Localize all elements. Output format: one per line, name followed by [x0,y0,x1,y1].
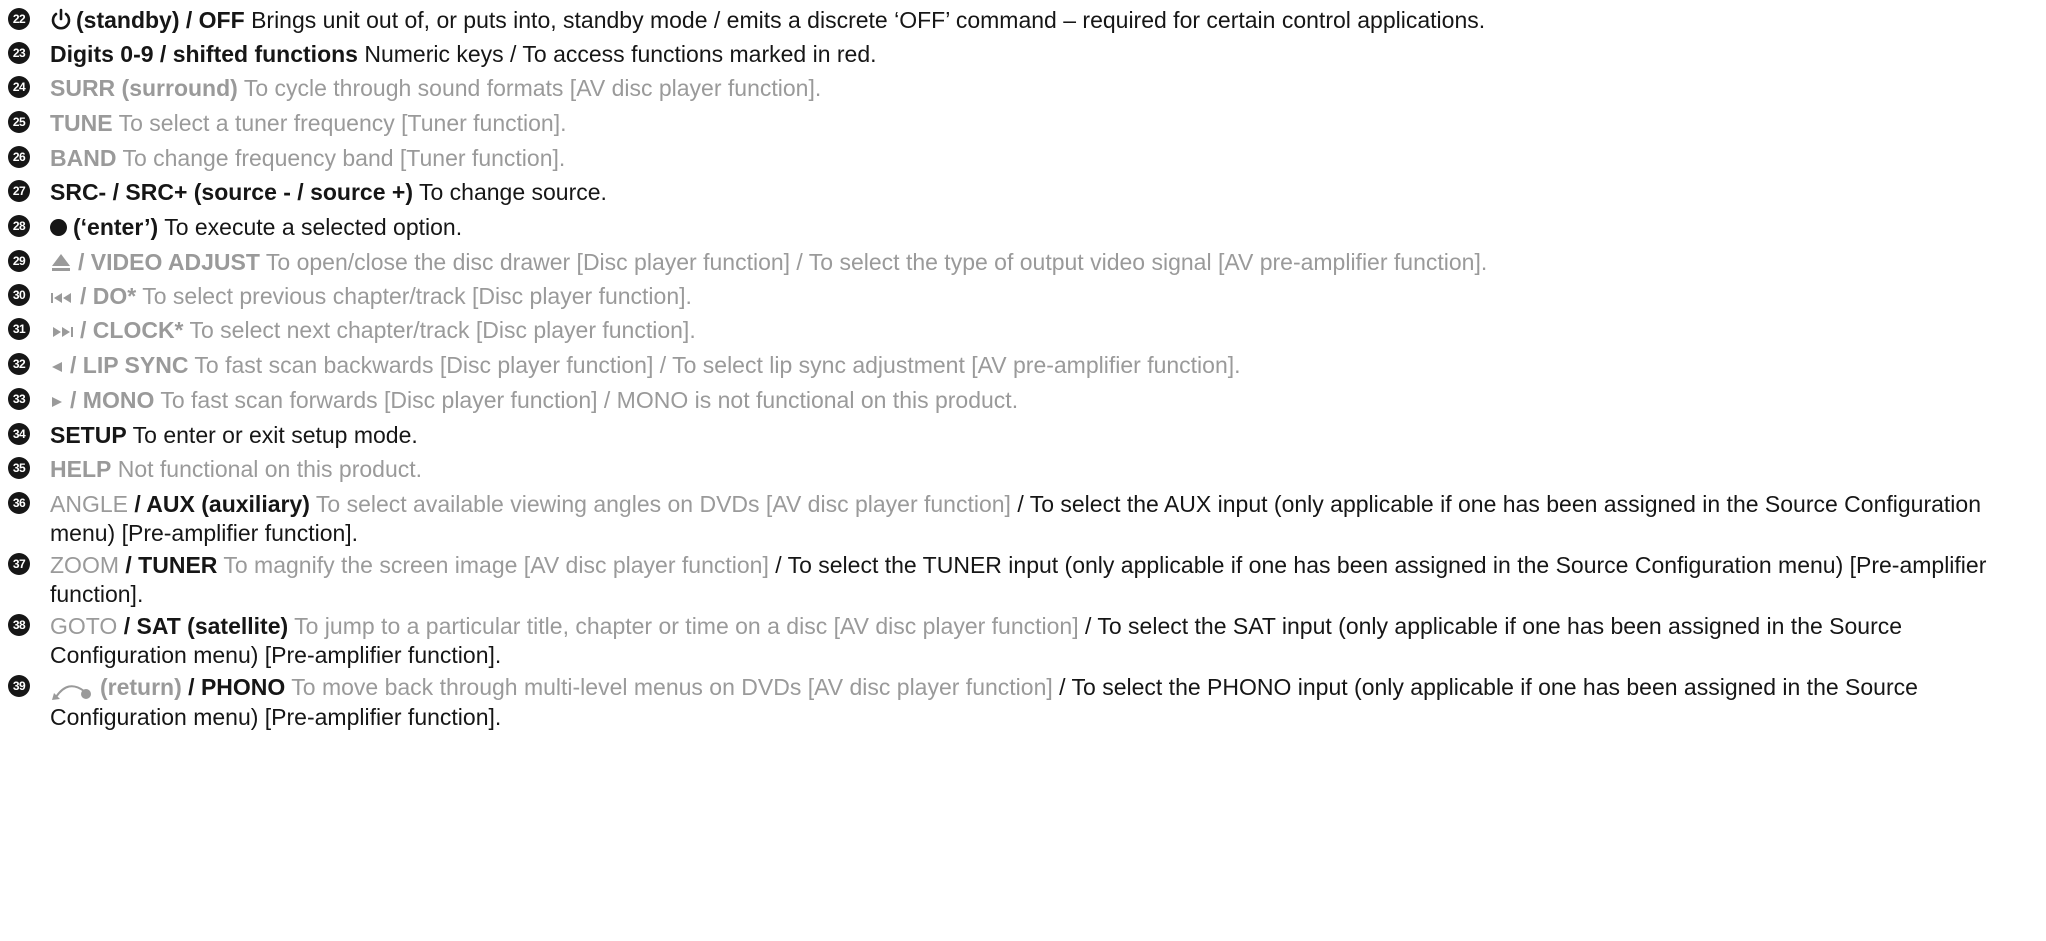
item-key: / VIDEO ADJUST [78,249,260,275]
item-description: To open/close the disc drawer [Disc play… [265,249,1488,275]
item-description: To magnify the screen image [AV disc pla… [223,552,769,578]
item-description: To execute a selected option. [164,214,463,240]
item-key: / LIP SYNC [70,352,189,378]
item-number-badge: 25 [8,111,30,133]
item-number-badge: 29 [8,250,30,272]
item-key: Digits 0-9 / shifted functions [50,41,358,67]
enter-dot-icon [50,219,67,236]
item-description: To change source. [418,179,607,205]
eject-icon [52,254,70,271]
item-description: To select next chapter/track [Disc playe… [189,317,696,343]
manual-page: 22 (standby) / OFF Brings unit out of, o… [0,0,2046,941]
item-number-badge: 28 [8,215,30,237]
item-description: Brings unit out of, or puts into, standb… [251,7,1486,33]
item-description: To cycle through sound formats [AV disc … [243,75,822,101]
item-key: / DO* [80,283,137,309]
item-number-badge: 36 [8,492,30,514]
item-number-badge: 24 [8,76,30,98]
item-number-badge: 39 [8,675,30,697]
item-key: SRC- / SRC+ (source - / source +) [50,179,413,205]
item-key-secondary: / TUNER [125,552,218,578]
item-description: To enter or exit setup mode. [132,422,418,448]
item-key-secondary: / AUX (auxiliary) [134,491,310,517]
item-description: To select a tuner frequency [Tuner funct… [118,110,567,136]
item-number-badge: 38 [8,614,30,636]
item-description: To move back through multi-level menus o… [291,674,1053,700]
item-key: BAND [50,145,117,171]
item-key: SURR (surround) [50,75,238,101]
item-key: SETUP [50,422,127,448]
item-number-badge: 37 [8,553,30,575]
item-description: To fast scan forwards [Disc player funct… [160,387,1019,413]
item-key: / CLOCK* [80,317,184,343]
item-key: (return) [100,674,182,700]
skip-previous-icon [51,293,71,303]
item-description: To jump to a particular title, chapter o… [294,613,1079,639]
item-description: To select available viewing angles on DV… [315,491,1011,517]
item-key: GOTO [50,613,118,639]
item-key: (‘enter’) [73,214,159,240]
item-description: Not functional on this product. [117,456,423,482]
item-number-badge: 31 [8,318,30,340]
item-key-secondary: / PHONO [188,674,286,700]
item-number-badge: 30 [8,284,30,306]
item-number-badge: 33 [8,388,30,410]
item-number-badge: 27 [8,180,30,202]
item-key: / MONO [70,387,155,413]
item-number-badge: 34 [8,423,30,445]
item-number-badge: 23 [8,42,30,64]
item-description: To select previous chapter/track [Disc p… [142,283,692,309]
item-number-badge: 22 [8,8,30,30]
item-number-badge: 32 [8,353,30,375]
item-description: Numeric keys / To access functions marke… [364,41,877,67]
item-description: To fast scan backwards [Disc player func… [194,352,1241,378]
item-description: To change frequency band [Tuner function… [122,145,566,171]
item-key-secondary: / SAT (satellite) [123,613,289,639]
item-key: ZOOM [50,552,119,578]
power-icon [51,8,71,30]
item-key: HELP [50,456,112,482]
rewind-icon [52,362,62,372]
return-icon [52,685,91,700]
item-key: (standby) / OFF [76,7,245,33]
item-number-badge: 35 [8,457,30,479]
item-number-badge: 26 [8,146,30,168]
item-key: TUNE [50,110,113,136]
skip-next-icon [53,327,73,337]
play-icon [52,397,62,407]
item-key: ANGLE [50,491,128,517]
